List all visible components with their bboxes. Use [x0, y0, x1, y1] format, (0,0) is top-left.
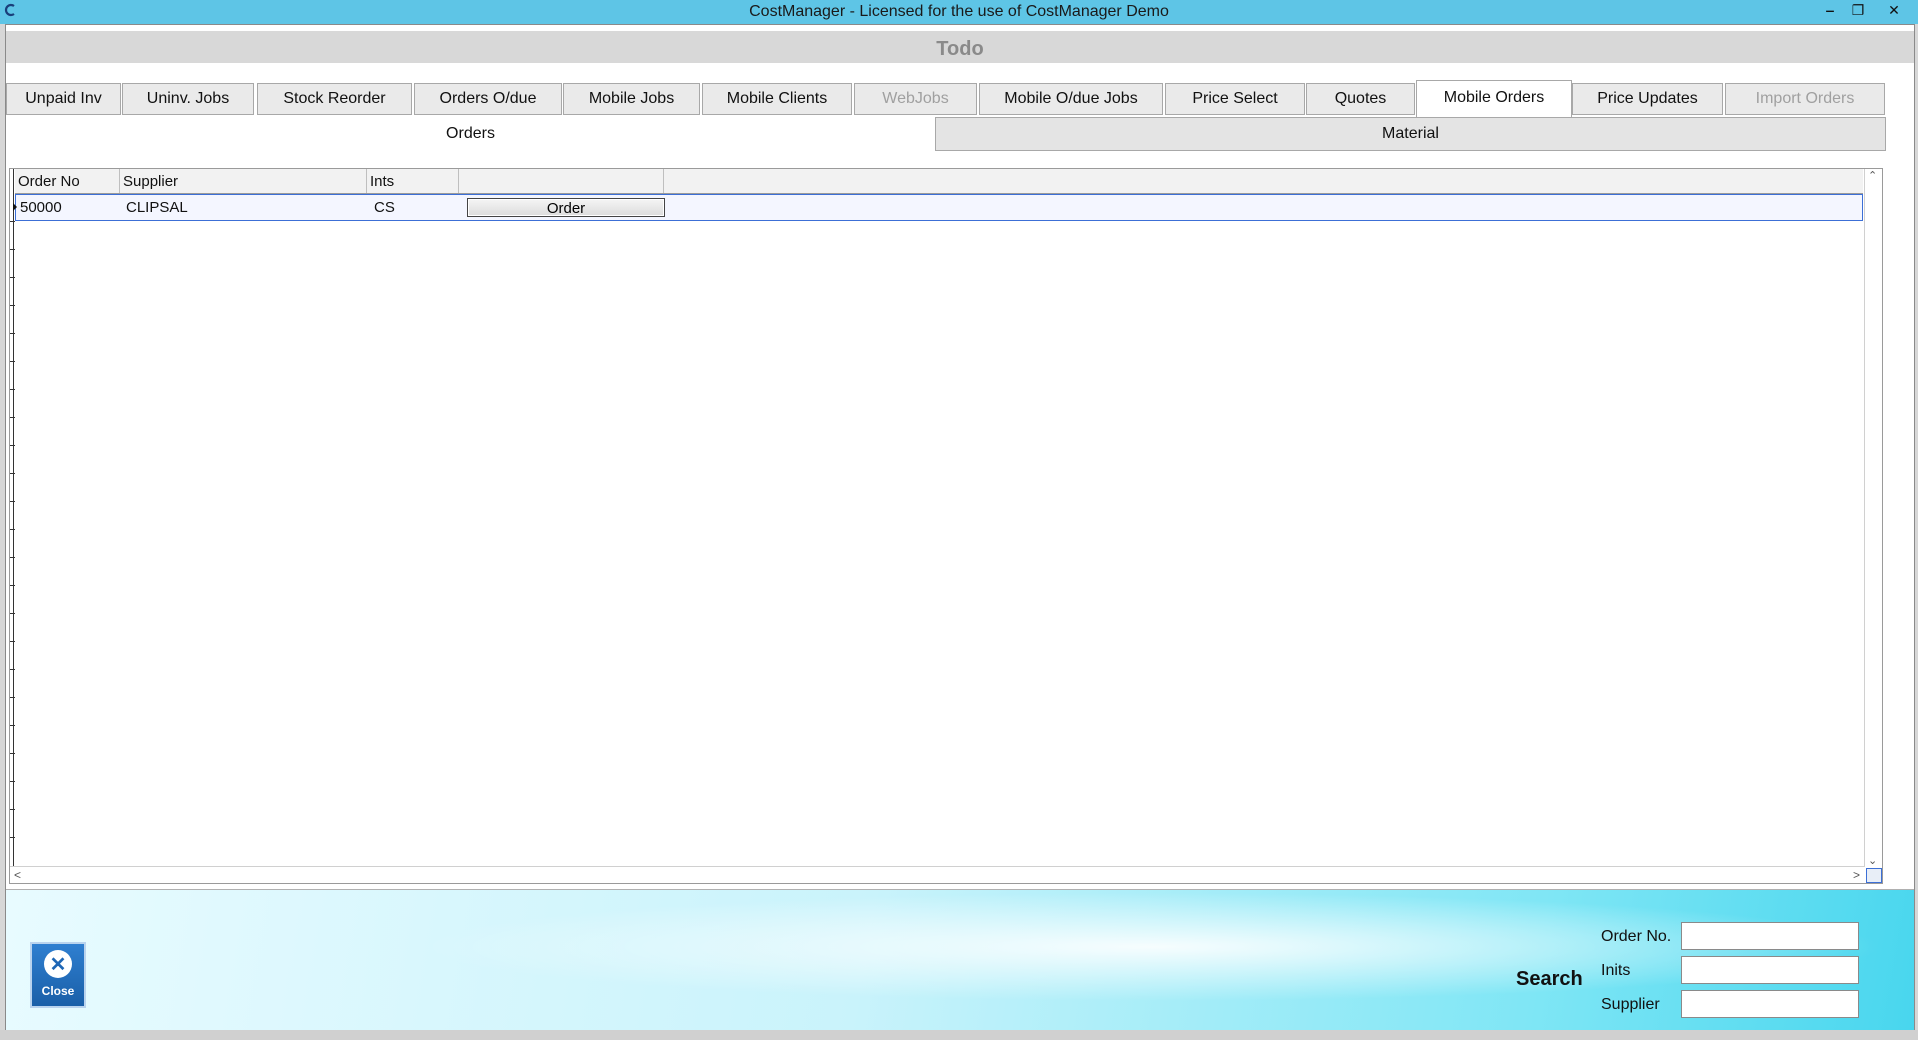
close-x-icon: ✕	[44, 950, 72, 978]
subtab-material[interactable]: Material	[935, 117, 1886, 151]
inits-label: Inits	[1601, 962, 1631, 979]
todo-window: Todo Unpaid Inv Uninv. Jobs Stock Reorde…	[5, 24, 1915, 1032]
column-header-ints[interactable]: Ints	[367, 169, 459, 193]
search-label: Search	[1516, 968, 1583, 990]
scroll-left-icon[interactable]: <	[14, 868, 21, 882]
close-button-label: Close	[41, 984, 75, 998]
tab-price-select[interactable]: Price Select	[1165, 83, 1305, 115]
page-title: Todo	[6, 31, 1914, 63]
orders-grid[interactable]: Order No Supplier Ints 50000 CLIPSAL CS …	[9, 168, 1883, 884]
supplier-label: Supplier	[1601, 996, 1660, 1013]
grid-settings-icon[interactable]	[1866, 868, 1882, 883]
row-selector-column	[10, 169, 14, 869]
tab-unpaid-inv[interactable]: Unpaid Inv	[6, 83, 121, 115]
table-row[interactable]: 50000 CLIPSAL CS Order	[13, 194, 1863, 221]
tab-uninv-jobs[interactable]: Uninv. Jobs	[122, 83, 254, 115]
tab-stock-reorder[interactable]: Stock Reorder	[257, 83, 412, 115]
tab-webjobs: WebJobs	[854, 83, 977, 115]
column-header-action[interactable]	[459, 169, 664, 193]
inits-field[interactable]	[1681, 956, 1859, 984]
minimize-button[interactable]: ‒	[1816, 0, 1844, 20]
window-title: CostManager - Licensed for the use of Co…	[749, 3, 1169, 20]
restore-icon: ❐	[1851, 1, 1865, 18]
title-bar: CostManager - Licensed for the use of Co…	[0, 0, 1918, 24]
horizontal-scrollbar[interactable]: < >	[10, 866, 1864, 883]
tab-mobile-jobs[interactable]: Mobile Jobs	[563, 83, 700, 115]
scroll-right-icon[interactable]: >	[1853, 868, 1860, 882]
supplier-field[interactable]	[1681, 990, 1859, 1018]
column-header-order-no[interactable]: Order No	[15, 169, 120, 193]
subtab-orders[interactable]: Orders	[6, 117, 935, 151]
close-icon: ✕	[1888, 1, 1900, 18]
cell-supplier[interactable]: CLIPSAL	[126, 195, 188, 220]
vertical-scrollbar[interactable]: ⌃ ⌄	[1864, 169, 1882, 867]
cell-ints[interactable]: CS	[374, 195, 395, 220]
tab-import-orders: Import Orders	[1725, 83, 1885, 115]
tab-price-updates[interactable]: Price Updates	[1572, 83, 1723, 115]
grid-header: Order No Supplier Ints	[15, 169, 1863, 194]
tab-mobile-odue-jobs[interactable]: Mobile O/due Jobs	[979, 83, 1163, 115]
order-button[interactable]: Order	[467, 198, 665, 217]
cell-order-no[interactable]: 50000	[20, 195, 62, 220]
window-bottom-border	[0, 1030, 1918, 1040]
scroll-down-icon[interactable]: ⌄	[1868, 854, 1877, 867]
tab-bar: Unpaid Inv Uninv. Jobs Stock Reorder Ord…	[6, 80, 1886, 117]
current-row-icon	[13, 203, 17, 211]
subtab-bar: Orders Material	[6, 117, 1886, 151]
order-no-label: Order No.	[1601, 928, 1672, 945]
column-header-supplier[interactable]: Supplier	[120, 169, 367, 193]
tab-mobile-orders[interactable]: Mobile Orders	[1416, 80, 1572, 117]
minimize-icon: ‒	[1826, 2, 1834, 18]
scroll-up-icon[interactable]: ⌃	[1868, 169, 1877, 182]
restore-button[interactable]: ❐	[1844, 0, 1872, 20]
close-window-button[interactable]: ✕	[1880, 0, 1908, 20]
close-button[interactable]: ✕ Close	[30, 942, 86, 1008]
footer-panel: ✕ Close Search Order No. Inits Supplier	[6, 889, 1914, 1032]
tab-orders-odue[interactable]: Orders O/due	[414, 83, 562, 115]
tab-quotes[interactable]: Quotes	[1306, 83, 1415, 115]
tab-mobile-clients[interactable]: Mobile Clients	[702, 83, 852, 115]
order-no-field[interactable]	[1681, 922, 1859, 950]
